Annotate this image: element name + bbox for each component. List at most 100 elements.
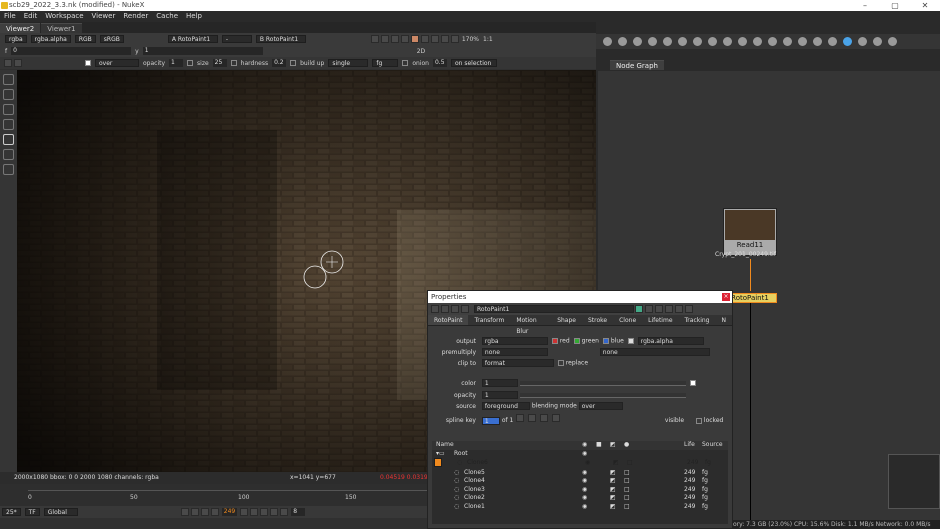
more-nodes-icon[interactable]: [888, 37, 897, 46]
blend-select[interactable]: over: [95, 59, 139, 67]
tab-more[interactable]: N: [716, 315, 733, 325]
hardness-checkbox[interactable]: [230, 60, 237, 66]
close-button[interactable]: ✕: [910, 0, 940, 11]
zoom-level[interactable]: 170%: [462, 36, 479, 43]
replace-checkbox[interactable]: [557, 360, 564, 366]
tab-tracking[interactable]: Tracking: [679, 315, 716, 325]
timecode-select[interactable]: TF: [24, 508, 40, 516]
float-icon[interactable]: [675, 305, 683, 313]
viewer-tool-icon[interactable]: [410, 35, 419, 43]
layer-row-clone5[interactable]: ◌ Clone5 ◉ ◩ □ 249 fg: [432, 469, 728, 478]
tab-viewer2[interactable]: Viewer2: [0, 23, 41, 33]
colorspace-select[interactable]: sRGB: [99, 35, 124, 43]
help-icon[interactable]: [461, 305, 469, 313]
ocula-nodes-icon[interactable]: [828, 37, 837, 46]
properties-titlebar[interactable]: Properties ×: [428, 291, 732, 303]
prev-key-icon[interactable]: [516, 414, 525, 422]
color-swatch[interactable]: □: [624, 486, 630, 495]
draw-nodes-icon[interactable]: [618, 37, 627, 46]
premultiply-mask-select[interactable]: none: [599, 348, 710, 356]
cara-vr-icon[interactable]: [843, 37, 852, 46]
keyer-nodes-icon[interactable]: [693, 37, 702, 46]
tab-viewer1[interactable]: Viewer1: [41, 23, 82, 33]
tab-transform[interactable]: Transform: [468, 315, 510, 325]
channels-select[interactable]: rgba: [5, 35, 27, 43]
input-a-select[interactable]: A RotoPaint1: [167, 35, 218, 43]
size-checkbox[interactable]: [187, 60, 194, 66]
clone-tool-icon[interactable]: [3, 134, 14, 145]
tab-motion-blur[interactable]: Motion Blur: [510, 315, 551, 335]
layer-row-clone2[interactable]: ◌ Clone2 ◉ ◩ □ 249 fg: [432, 494, 728, 503]
node-name-field[interactable]: RotoPaint1: [474, 305, 634, 313]
view-mode[interactable]: 2D: [417, 48, 425, 55]
invert-icon[interactable]: ◩: [610, 494, 616, 503]
color-swatch[interactable]: □: [627, 459, 633, 468]
visible-eye-icon[interactable]: ◉: [582, 494, 587, 503]
visible-eye-icon[interactable]: ◉: [582, 450, 587, 459]
color-swatch[interactable]: [85, 60, 91, 66]
viewer-tool-icon[interactable]: [390, 35, 399, 43]
color-input[interactable]: 1: [481, 379, 518, 387]
color-swatch[interactable]: [689, 380, 696, 386]
layer-row-root[interactable]: ▾▭ Root ◉: [432, 450, 728, 459]
color-swatch[interactable]: □: [624, 469, 630, 478]
viewer-tool-icon[interactable]: [450, 35, 459, 43]
furnace-nodes-icon[interactable]: [813, 37, 822, 46]
life-column-header[interactable]: Life: [684, 441, 695, 450]
delete-key-icon[interactable]: [540, 414, 549, 422]
color-nodes-icon[interactable]: [663, 37, 672, 46]
lifetime-select[interactable]: on selection: [450, 59, 497, 67]
visible-eye-icon[interactable]: ◉: [582, 486, 587, 495]
color-icon[interactable]: [635, 305, 643, 313]
tab-stroke[interactable]: Stroke: [582, 315, 613, 325]
node-graph-minimap[interactable]: [888, 454, 940, 509]
onion-input[interactable]: 0.5: [432, 59, 447, 67]
invert-icon[interactable]: ◩: [610, 477, 616, 486]
play-backward-icon[interactable]: [210, 508, 219, 516]
step-back-icon[interactable]: [200, 508, 209, 516]
source-select[interactable]: foreground: [481, 402, 530, 410]
viewer-tool-icon[interactable]: [420, 35, 429, 43]
viewer-tool-icon[interactable]: [400, 35, 409, 43]
viewer-tool-icon[interactable]: [440, 35, 449, 43]
deep-nodes-icon[interactable]: [873, 37, 882, 46]
select-tool-icon[interactable]: [3, 74, 14, 85]
bezier-tool-icon[interactable]: [3, 104, 14, 115]
invert-icon[interactable]: ◩: [610, 486, 616, 495]
maximize-button[interactable]: ▢: [880, 0, 910, 11]
menu-help[interactable]: Help: [182, 11, 206, 22]
node-menu-icon[interactable]: [431, 305, 439, 313]
fps-select[interactable]: 25*: [2, 508, 21, 516]
color-swatch[interactable]: □: [624, 503, 630, 512]
read-node[interactable]: Read11: [723, 208, 777, 256]
viewer-tool-icon[interactable]: [380, 35, 389, 43]
views-nodes-icon[interactable]: [753, 37, 762, 46]
tab-shape[interactable]: Shape: [551, 315, 582, 325]
visible-eye-icon[interactable]: ◉: [585, 459, 590, 468]
loop-icon[interactable]: [280, 508, 289, 516]
merge-nodes-icon[interactable]: [708, 37, 717, 46]
gain-slider[interactable]: 0: [11, 47, 132, 55]
first-frame-icon[interactable]: [180, 508, 189, 516]
prev-key-icon[interactable]: [190, 508, 199, 516]
channel-nodes-icon[interactable]: [648, 37, 657, 46]
fg-select[interactable]: fg: [372, 59, 399, 67]
viewer-tool-icon[interactable]: [430, 35, 439, 43]
undo-icon[interactable]: [645, 305, 653, 313]
alpha-select[interactable]: rgba.alpha: [637, 337, 704, 345]
next-key-icon[interactable]: [260, 508, 269, 516]
opacity-input[interactable]: 1: [169, 59, 184, 67]
input-icon[interactable]: [451, 305, 459, 313]
close-panel-icon[interactable]: [685, 305, 693, 313]
premultiply-select[interactable]: none: [481, 348, 548, 356]
close-icon[interactable]: ×: [722, 293, 730, 301]
menu-workspace[interactable]: Workspace: [41, 11, 87, 22]
center-node-icon[interactable]: [441, 305, 449, 313]
alpha-checkbox[interactable]: [627, 338, 634, 344]
red-checkbox[interactable]: [551, 338, 558, 344]
gamma-slider[interactable]: 1: [142, 47, 263, 55]
pixel-ratio[interactable]: 1:1: [483, 36, 493, 43]
color-swatch[interactable]: □: [624, 477, 630, 486]
green-checkbox[interactable]: [573, 338, 580, 344]
time-nodes-icon[interactable]: [633, 37, 642, 46]
